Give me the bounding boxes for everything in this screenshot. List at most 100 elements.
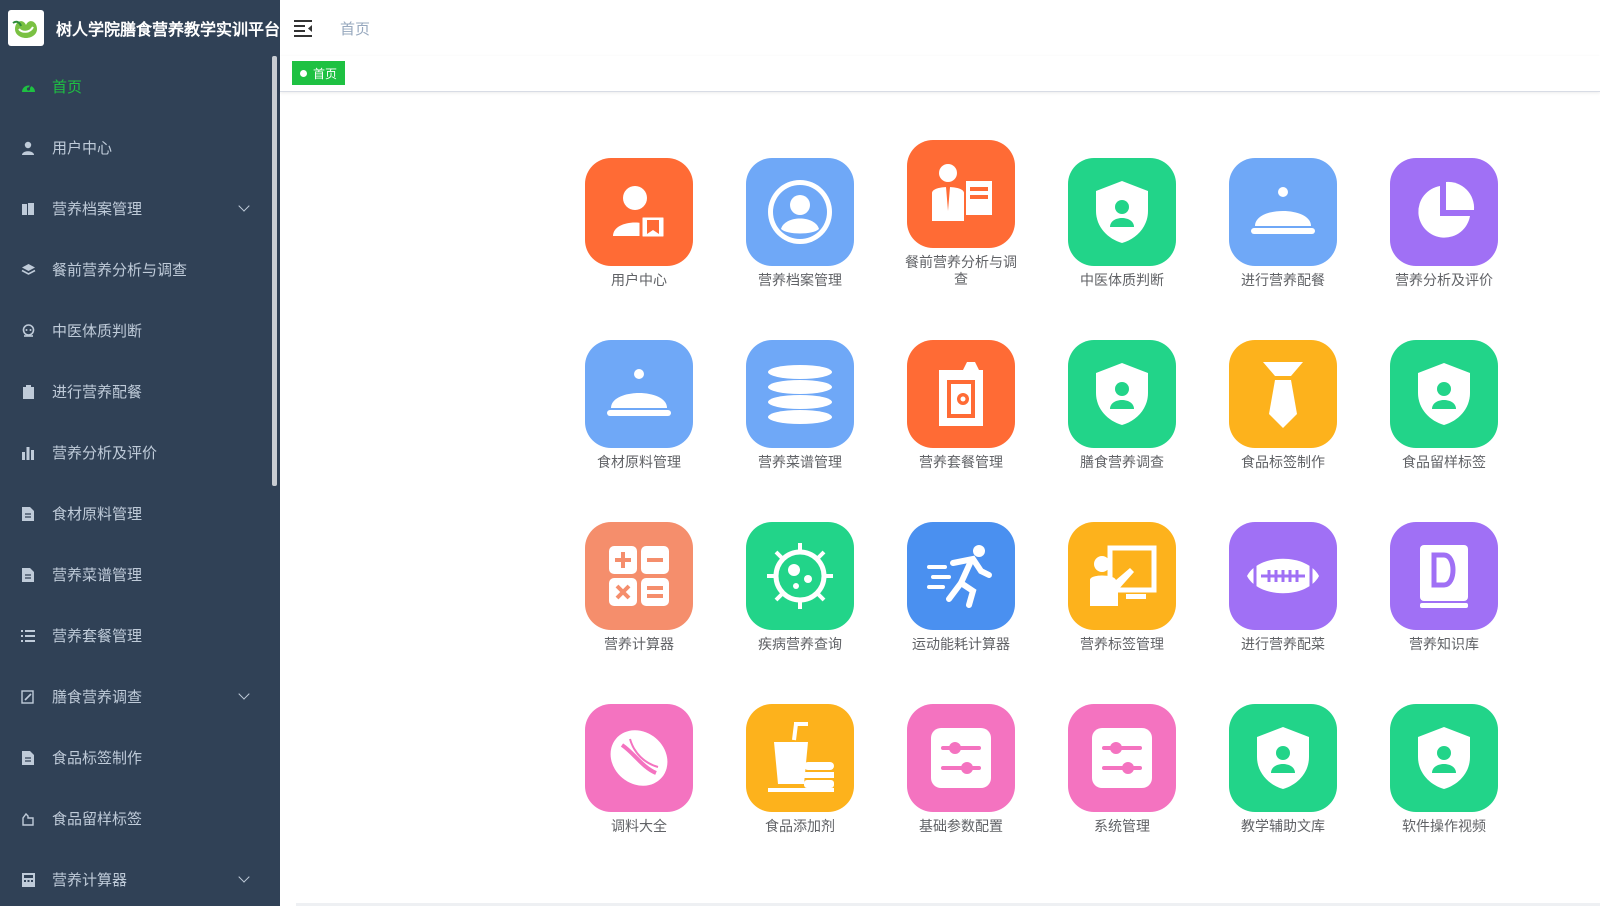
sidebar-menu: 首页 用户中心 营养档案管理 餐前营养分析与调查 中医体质判断 进行营养配餐 营… — [0, 56, 276, 910]
tile-knowledge-base[interactable]: 营养知识库 — [1385, 522, 1503, 653]
sidebar-item-label: 食品标签制作 — [52, 750, 143, 767]
tile-label: 营养菜谱管理 — [758, 454, 842, 470]
cloche-icon — [585, 340, 693, 448]
calculator-icon — [585, 522, 693, 630]
tile-disease-nutrition[interactable]: 疾病营养查询 — [741, 522, 859, 653]
tile-teaching-library[interactable]: 教学辅助文库 — [1224, 704, 1342, 835]
sidebar-item-label: 用户中心 — [52, 140, 113, 157]
pie-chart-icon — [1390, 158, 1498, 266]
tile-label: 教学辅助文库 — [1241, 818, 1325, 834]
breadcrumb[interactable]: 首页 — [340, 18, 370, 39]
tile-tutorial-videos[interactable]: 软件操作视频 — [1385, 704, 1503, 835]
tile-user-center[interactable]: 用户中心 — [580, 158, 698, 289]
tile-meal-planning[interactable]: 进行营养配餐 — [1224, 158, 1342, 289]
sidebar-item-label: 营养菜谱管理 — [52, 567, 143, 584]
sidebar-item-meal-planning[interactable]: 进行营养配餐 — [0, 361, 276, 422]
sidebar-item-home[interactable]: 首页 — [0, 56, 276, 117]
layers-icon — [20, 262, 36, 278]
sidebar-item-nutrition-archive[interactable]: 营养档案管理 — [0, 178, 276, 239]
tag-home[interactable]: 首页 — [292, 61, 346, 85]
tile-label: 进行营养配餐 — [1241, 272, 1325, 288]
sidebar-item-label: 营养分析及评价 — [52, 445, 158, 462]
header: 首页 — [280, 0, 1600, 56]
document-icon — [20, 750, 36, 766]
sidebar-item-premeal-analysis[interactable]: 餐前营养分析与调查 — [0, 239, 276, 300]
sliders-icon — [907, 704, 1015, 812]
tile-label: 系统管理 — [1094, 818, 1150, 834]
chevron-down-icon — [238, 871, 250, 883]
football-icon — [1229, 522, 1337, 630]
shield-user-icon — [1068, 340, 1176, 448]
sidebar-item-label: 餐前营养分析与调查 — [52, 262, 188, 279]
cloche-icon — [1229, 158, 1337, 266]
tile-label: 运动能耗计算器 — [912, 636, 1010, 652]
tile-sample-label[interactable]: 食品留样标签 — [1385, 340, 1503, 471]
shield-user-icon — [1229, 704, 1337, 812]
sidebar-item-tcm-constitution[interactable]: 中医体质判断 — [0, 300, 276, 361]
tile-exercise-calculator[interactable]: 运动能耗计算器 — [902, 522, 1020, 653]
document-icon — [20, 567, 36, 583]
tile-label: 中医体质判断 — [1080, 272, 1164, 288]
tile-label: 基础参数配置 — [919, 818, 1003, 834]
tile-label: 食品标签制作 — [1241, 454, 1325, 470]
database-icon — [746, 340, 854, 448]
tile-food-label[interactable]: 食品标签制作 — [1224, 340, 1342, 471]
tile-base-params[interactable]: 基础参数配置 — [902, 704, 1020, 835]
sidebar-item-label: 营养计算器 — [52, 872, 128, 889]
sidebar-item-user-center[interactable]: 用户中心 — [0, 117, 276, 178]
archive-icon — [20, 201, 36, 217]
tile-label: 营养计算器 — [604, 636, 674, 652]
tile-ingredients[interactable]: 食材原料管理 — [580, 340, 698, 471]
sidebar: 树人学院膳食营养教学实训平台 首页 用户中心 营养档案管理 餐前营养分析与调查 … — [0, 0, 280, 906]
tile-calculator[interactable]: 营养计算器 — [580, 522, 698, 653]
app-title: 树人学院膳食营养教学实训平台 — [55, 22, 280, 39]
tile-recipes[interactable]: 营养菜谱管理 — [741, 340, 859, 471]
sidebar-item-food-label[interactable]: 食品标签制作 — [0, 727, 276, 788]
sidebar-scrollbar[interactable] — [272, 56, 277, 486]
tile-label: 营养档案管理 — [758, 272, 842, 288]
sidebar-item-recipes[interactable]: 营养菜谱管理 — [0, 544, 276, 605]
tile-system-management[interactable]: 系统管理 — [1063, 704, 1181, 835]
tile-label: 食品留样标签 — [1402, 454, 1486, 470]
sidebar-item-ingredients[interactable]: 食材原料管理 — [0, 483, 276, 544]
sidebar-item-sample-label[interactable]: 食品留样标签 — [0, 788, 276, 849]
tile-nutrition-archive[interactable]: 营养档案管理 — [741, 158, 859, 289]
tile-diet-survey[interactable]: 膳食营养调查 — [1063, 340, 1181, 471]
tile-label-management[interactable]: 营养标签管理 — [1063, 522, 1181, 653]
tile-label: 疾病营养查询 — [758, 636, 842, 652]
edit-icon — [20, 689, 36, 705]
hamburger-icon[interactable] — [294, 18, 314, 38]
active-dot-icon — [300, 69, 307, 77]
sidebar-item-calculator[interactable]: 营养计算器 — [0, 849, 276, 910]
user-icon — [20, 140, 36, 156]
sidebar-item-label: 首页 — [52, 79, 83, 96]
sidebar-item-label: 食品留样标签 — [52, 811, 143, 828]
tile-seasonings[interactable]: 调料大全 — [580, 704, 698, 835]
sidebar-item-diet-survey[interactable]: 膳食营养调查 — [0, 666, 276, 727]
tile-nutrition-evaluation[interactable]: 营养分析及评价 — [1385, 158, 1503, 289]
person-board-icon — [907, 140, 1015, 248]
sidebar-item-label: 进行营养配餐 — [52, 384, 143, 401]
seed-icon — [585, 704, 693, 812]
sidebar-item-label: 营养套餐管理 — [52, 628, 143, 645]
tile-label: 食品添加剂 — [765, 818, 835, 834]
tile-premeal-analysis[interactable]: 餐前营养分析与调查 — [902, 140, 1020, 288]
tile-label: 调料大全 — [611, 818, 667, 834]
tile-food-additives[interactable]: 食品添加剂 — [741, 704, 859, 835]
tile-label: 营养套餐管理 — [919, 454, 1003, 470]
book-icon — [1390, 522, 1498, 630]
tile-dish-planning[interactable]: 进行营养配菜 — [1224, 522, 1342, 653]
sidebar-item-nutrition-evaluation[interactable]: 营养分析及评价 — [0, 422, 276, 483]
shield-user-icon — [1068, 158, 1176, 266]
necktie-icon — [1229, 340, 1337, 448]
tile-meal-sets[interactable]: 营养套餐管理 — [902, 340, 1020, 471]
logo-icon — [8, 10, 44, 46]
tile-tcm-constitution[interactable]: 中医体质判断 — [1063, 158, 1181, 289]
brand[interactable]: 树人学院膳食营养教学实训平台 — [0, 0, 280, 56]
robot-icon — [20, 323, 36, 339]
fastfood-icon — [746, 704, 854, 812]
chevron-down-icon — [238, 200, 250, 212]
dashboard-icon — [20, 79, 36, 95]
tile-label: 餐前营养分析与调查 — [905, 254, 1017, 287]
sidebar-item-meal-sets[interactable]: 营养套餐管理 — [0, 605, 276, 666]
